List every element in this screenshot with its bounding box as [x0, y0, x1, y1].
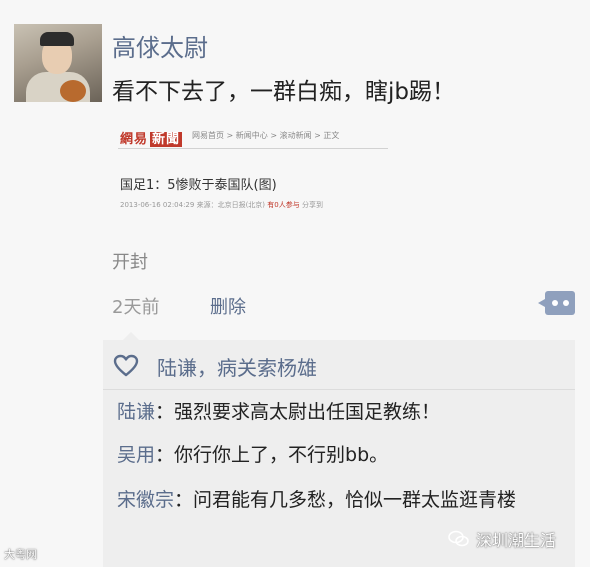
news-meta-share: 分享到 — [301, 201, 323, 209]
watermark-left: 大粤网 — [4, 548, 37, 561]
heart-icon — [113, 354, 139, 377]
divider — [103, 389, 575, 390]
comment-item[interactable]: 吴用：你行你上了，不行别bb。 — [117, 441, 567, 469]
delete-button[interactable]: 删除 — [210, 293, 246, 319]
like-row: 陆谦，病关索杨雄 — [113, 348, 317, 384]
comment-item[interactable]: 宋徽宗：问君能有几多愁，恰似一群太监逛青楼 — [117, 486, 567, 514]
avatar-object — [60, 80, 86, 102]
news-link-card[interactable]: 網易 新聞 网易首页 > 新闻中心 > 滚动新闻 > 正文 国足1：5惨败于泰国队… — [112, 118, 390, 216]
avatar[interactable] — [14, 24, 102, 102]
post-timestamp: 2天前 — [112, 297, 160, 318]
avatar-hat — [40, 32, 74, 46]
location-link[interactable]: 开封 — [112, 248, 148, 274]
news-meta-date: 2013-06-16 02:04:29 来源：北京日报(北京) — [120, 201, 266, 209]
comment-button[interactable] — [538, 291, 575, 315]
comment-author[interactable]: 宋徽宗 — [117, 489, 174, 511]
post-text: 看不下去了，一群白痴，瞎jb踢！ — [112, 79, 455, 105]
liker-names[interactable]: 陆谦，病关索杨雄 — [157, 352, 317, 381]
news-logo: 網易 新聞 — [120, 128, 183, 147]
news-meta: 2013-06-16 02:04:29 来源：北京日报(北京) 有0人参与 分享… — [120, 200, 323, 210]
watermark-right: 深圳潮生活 — [448, 527, 556, 551]
comment-text: ：问君能有几多愁，恰似一群太监逛青楼 — [174, 489, 517, 511]
comment-text: ：强烈要求高太尉出任国足教练！ — [155, 401, 441, 423]
news-divider — [118, 148, 388, 149]
wechat-icon — [448, 530, 469, 547]
comment-dot-icon — [562, 300, 569, 306]
comment-dot-icon — [551, 300, 558, 306]
news-meta-hot: 有0人参与 — [267, 201, 300, 209]
news-logo-part2: 新聞 — [150, 132, 183, 147]
watermark-right-text: 深圳潮生活 — [476, 531, 557, 550]
comment-author[interactable]: 吴用 — [117, 444, 155, 466]
news-logo-part1: 網易 — [120, 132, 149, 147]
username[interactable]: 高俅太尉 — [112, 28, 208, 63]
news-title: 国足1：5惨败于泰国队(图) — [120, 178, 277, 193]
news-breadcrumb: 网易首页 > 新闻中心 > 滚动新闻 > 正文 — [192, 131, 340, 140]
comment-author[interactable]: 陆谦 — [117, 401, 155, 423]
comment-item[interactable]: 陆谦：强烈要求高太尉出任国足教练！ — [117, 398, 567, 426]
comment-text: ：你行你上了，不行别bb。 — [155, 444, 389, 466]
